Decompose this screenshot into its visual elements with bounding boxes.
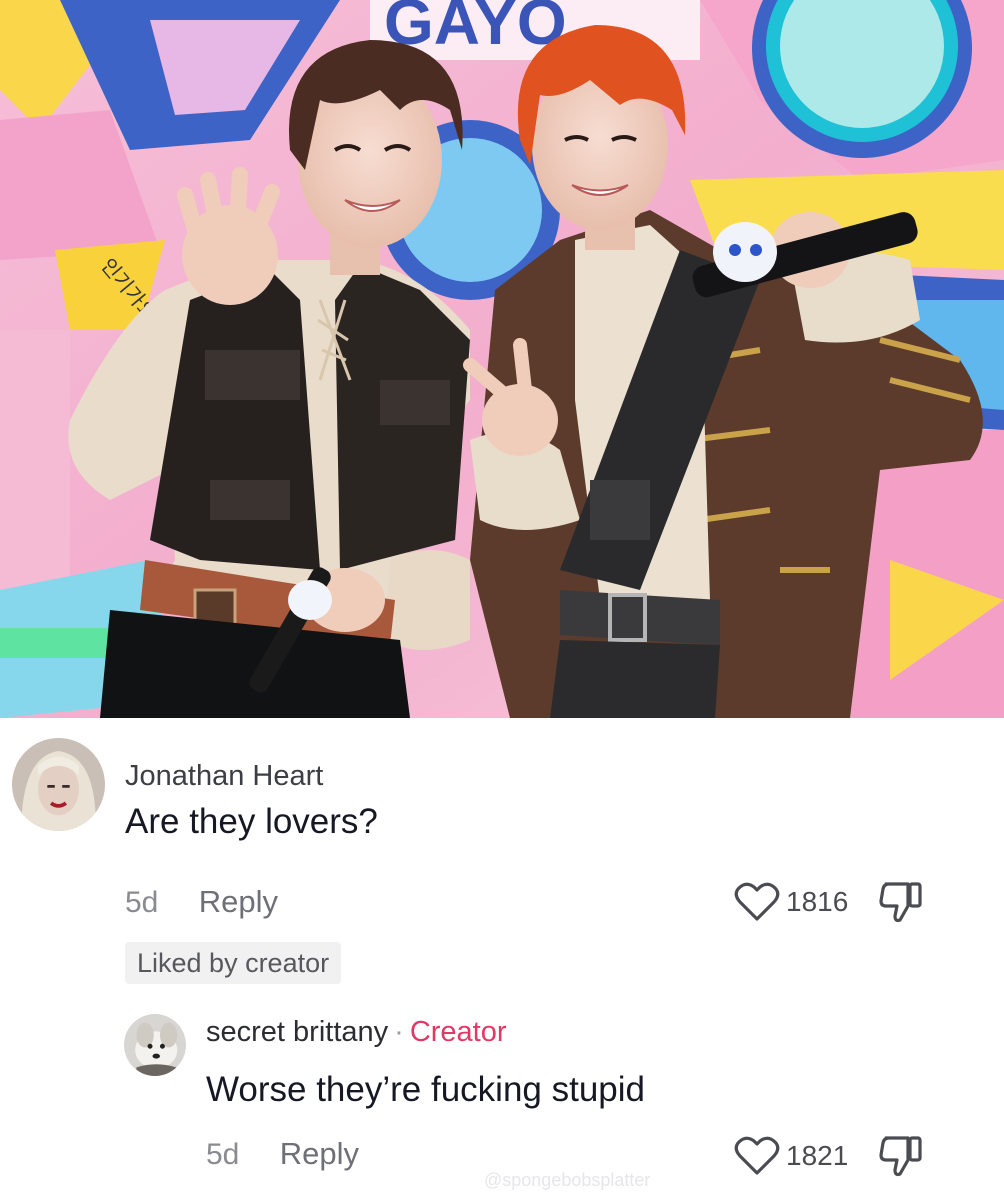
heart-icon[interactable]	[734, 1136, 780, 1176]
separator-dot: ·	[394, 1016, 404, 1048]
photo-illustration: GAYO 인기가요	[0, 0, 1004, 718]
watermark: @spongebobsplatter	[484, 1170, 651, 1190]
heart-icon[interactable]	[734, 882, 780, 922]
comment-text: Are they lovers?	[125, 802, 378, 841]
like-group: 1816	[734, 880, 924, 924]
comment-username[interactable]: secret brittany · Creator	[206, 1016, 507, 1049]
avatar-image	[124, 1014, 186, 1076]
comment-text: Worse they’re fucking stupid	[206, 1070, 646, 1109]
avatar[interactable]	[12, 738, 105, 831]
username-text: secret brittany	[206, 1016, 389, 1048]
comment-section: Jonathan Heart Are they lovers? 5d Reply…	[0, 718, 1004, 1200]
reply-button[interactable]: Reply	[199, 884, 278, 919]
comment-meta: 5d Reply	[206, 1136, 359, 1172]
comment-meta: 5d Reply	[125, 884, 278, 920]
avatar-image	[12, 738, 105, 831]
creator-label: Creator	[409, 1016, 507, 1048]
post-photo: GAYO 인기가요	[0, 0, 1004, 718]
comment-time: 5d	[206, 1138, 240, 1171]
dislike-icon[interactable]	[878, 880, 924, 924]
reply-button[interactable]: Reply	[280, 1136, 359, 1171]
comment-username[interactable]: Jonathan Heart	[125, 760, 323, 793]
liked-by-creator-badge: Liked by creator	[125, 942, 342, 984]
comment-time: 5d	[125, 886, 159, 919]
like-count: 1821	[786, 1140, 849, 1171]
like-group: 1821	[734, 1134, 924, 1178]
like-count: 1816	[786, 886, 849, 917]
avatar[interactable]	[124, 1014, 186, 1076]
dislike-icon[interactable]	[878, 1134, 924, 1178]
